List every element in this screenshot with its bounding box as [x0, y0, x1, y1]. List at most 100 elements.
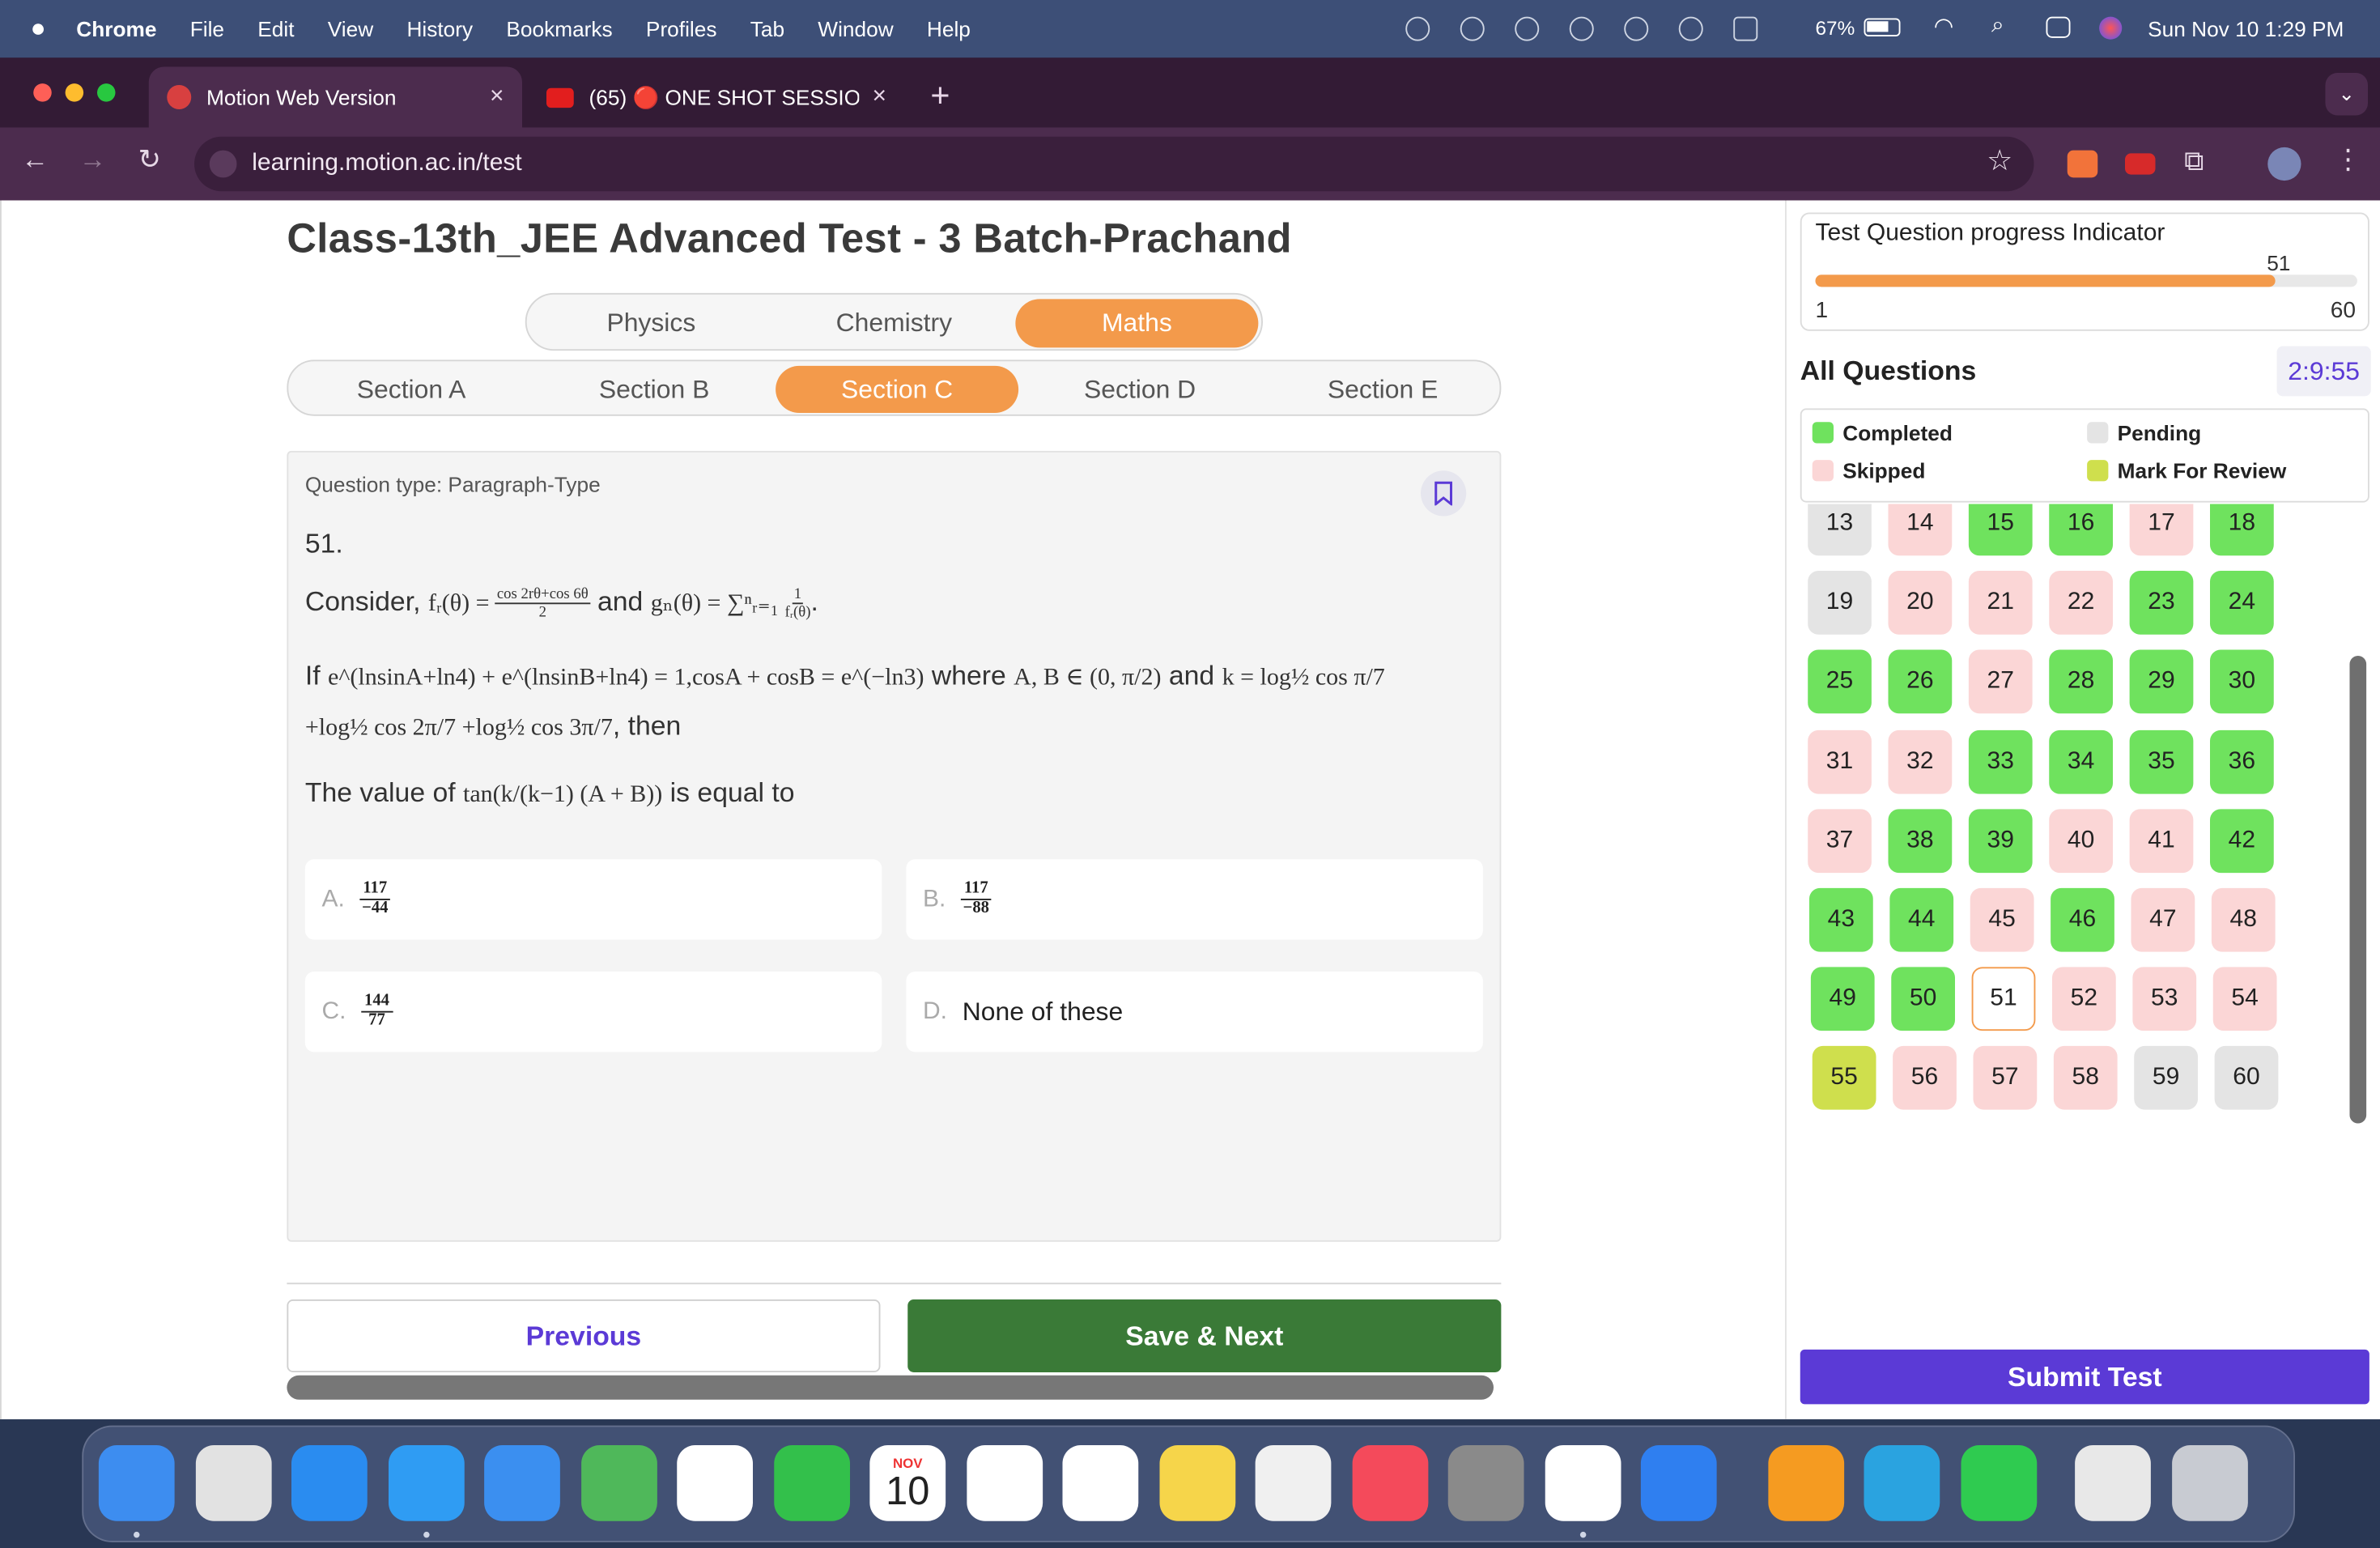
control-center-icon[interactable]	[2046, 16, 2071, 38]
question-cell-39[interactable]: 39	[1968, 808, 2033, 873]
whatsapp-icon[interactable]	[1960, 1445, 2037, 1521]
finder-icon[interactable]	[98, 1445, 175, 1521]
music-icon[interactable]	[1351, 1445, 1428, 1521]
question-cell-44[interactable]: 44	[1889, 887, 1954, 952]
question-cell-30[interactable]: 30	[2210, 650, 2274, 714]
menu-help[interactable]: Help	[927, 17, 971, 41]
menu-tab[interactable]: Tab	[750, 17, 784, 41]
question-cell-42[interactable]: 42	[2210, 808, 2274, 873]
question-cell-59[interactable]: 59	[2134, 1046, 2198, 1111]
search-icon[interactable]: ⌕	[1991, 12, 2004, 38]
accessibility-icon[interactable]	[1624, 16, 1649, 41]
tab-search-icon[interactable]: ⌄	[2325, 73, 2368, 116]
option-a[interactable]: A. 117 −44	[304, 859, 882, 940]
minimize-window-button[interactable]	[65, 83, 84, 102]
status-app-icon[interactable]	[1405, 16, 1430, 41]
option-b[interactable]: B. 117 −88	[906, 859, 1483, 940]
section-tab-a[interactable]: Section A	[290, 366, 533, 413]
close-window-button[interactable]	[33, 83, 52, 102]
horizontal-scrollbar[interactable]	[287, 1375, 1494, 1400]
siri-icon[interactable]	[2099, 16, 2123, 40]
question-cell-29[interactable]: 29	[2129, 650, 2194, 714]
question-cell-14[interactable]: 14	[1888, 504, 1953, 556]
question-cell-34[interactable]: 34	[2049, 729, 2113, 793]
chrome-icon[interactable]	[1544, 1445, 1621, 1521]
question-cell-43[interactable]: 43	[1809, 887, 1873, 952]
profile-avatar[interactable]	[2267, 147, 2301, 181]
extension-1-icon[interactable]	[2067, 150, 2098, 178]
question-cell-25[interactable]: 25	[1808, 650, 1872, 714]
option-c[interactable]: C. 144 77	[304, 972, 882, 1053]
previous-button[interactable]: Previous	[287, 1299, 881, 1372]
question-cell-22[interactable]: 22	[2049, 571, 2113, 636]
subject-tab-physics[interactable]: Physics	[529, 299, 772, 347]
question-cell-45[interactable]: 45	[1970, 887, 2034, 952]
site-info-icon[interactable]	[209, 150, 237, 178]
close-tab-icon[interactable]: ×	[490, 83, 504, 111]
question-cell-17[interactable]: 17	[2129, 504, 2194, 556]
back-icon[interactable]: ←	[21, 144, 49, 176]
menu-window[interactable]: Window	[818, 17, 893, 41]
menu-edit[interactable]: Edit	[257, 17, 294, 41]
facetime-icon[interactable]	[773, 1445, 850, 1521]
network-activity-icon[interactable]	[1569, 16, 1594, 41]
tab-motion[interactable]: Motion Web Version ×	[148, 66, 522, 128]
question-cell-51[interactable]: 51	[1971, 967, 2036, 1031]
question-cell-27[interactable]: 27	[1968, 650, 2033, 714]
palette-scrollbar[interactable]	[2349, 656, 2367, 1124]
question-cell-54[interactable]: 54	[2212, 967, 2277, 1031]
question-cell-31[interactable]: 31	[1808, 729, 1872, 793]
question-cell-40[interactable]: 40	[2049, 808, 2113, 873]
question-cell-35[interactable]: 35	[2129, 729, 2194, 793]
bookmark-star-icon[interactable]: ☆	[1987, 144, 2012, 179]
forward-icon[interactable]: →	[79, 144, 107, 176]
question-cell-36[interactable]: 36	[2210, 729, 2274, 793]
question-cell-33[interactable]: 33	[1968, 729, 2033, 793]
extension-2-icon[interactable]	[2125, 153, 2156, 175]
wifi-icon[interactable]: ◠	[1934, 12, 1954, 40]
question-cell-49[interactable]: 49	[1810, 967, 1875, 1031]
bookmark-question-button[interactable]	[1421, 470, 1467, 517]
question-cell-23[interactable]: 23	[2129, 571, 2194, 636]
question-cell-24[interactable]: 24	[2210, 571, 2274, 636]
reload-icon[interactable]: ↻	[138, 144, 161, 176]
question-cell-57[interactable]: 57	[1973, 1046, 2038, 1111]
time-machine-icon[interactable]	[1515, 16, 1540, 41]
question-cell-46[interactable]: 46	[2051, 887, 2114, 952]
battery-icon[interactable]	[1864, 18, 1901, 36]
option-d[interactable]: D. None of these	[906, 972, 1483, 1053]
submit-test-button[interactable]: Submit Test	[1800, 1349, 2369, 1405]
question-cell-56[interactable]: 56	[1893, 1046, 1957, 1111]
chrome-menu-icon[interactable]: ⋮	[2335, 144, 2362, 176]
zoom-window-button[interactable]	[97, 83, 116, 102]
question-cell-50[interactable]: 50	[1891, 967, 1955, 1031]
safari-icon[interactable]	[388, 1445, 464, 1521]
question-cell-48[interactable]: 48	[2211, 887, 2276, 952]
question-cell-26[interactable]: 26	[1888, 650, 1953, 714]
question-cell-32[interactable]: 32	[1888, 729, 1953, 793]
bookmark-app-icon[interactable]	[1640, 1445, 1717, 1521]
question-cell-37[interactable]: 37	[1808, 808, 1872, 873]
infuse-icon[interactable]	[1767, 1445, 1844, 1521]
mute-icon[interactable]	[1460, 16, 1485, 41]
menu-file[interactable]: File	[190, 17, 224, 41]
question-cell-21[interactable]: 21	[1968, 571, 2033, 636]
subject-tab-chemistry[interactable]: Chemistry	[772, 299, 1015, 347]
question-cell-55[interactable]: 55	[1812, 1046, 1876, 1111]
menu-app-name[interactable]: Chrome	[76, 17, 156, 41]
telegram-icon[interactable]	[1864, 1445, 1940, 1521]
section-tab-d[interactable]: Section D	[1018, 366, 1261, 413]
new-tab-icon[interactable]: +	[930, 76, 950, 116]
menu-bookmarks[interactable]: Bookmarks	[506, 17, 612, 41]
screenshot-icon[interactable]	[1255, 1445, 1332, 1521]
tab-youtube[interactable]: (65) 🔴 ONE SHOT SESSION - ×	[529, 67, 905, 128]
section-tab-b[interactable]: Section B	[533, 366, 776, 413]
extensions-puzzle-icon[interactable]: ⧉	[2184, 146, 2204, 177]
question-cell-18[interactable]: 18	[2210, 504, 2274, 556]
stage-manager-icon[interactable]	[1733, 16, 1758, 41]
app-store-icon[interactable]	[291, 1445, 368, 1521]
question-cell-16[interactable]: 16	[2049, 504, 2113, 556]
photos-icon[interactable]	[677, 1445, 753, 1521]
document-preview-icon[interactable]	[2075, 1445, 2151, 1521]
section-tab-c[interactable]: Section C	[776, 365, 1019, 413]
